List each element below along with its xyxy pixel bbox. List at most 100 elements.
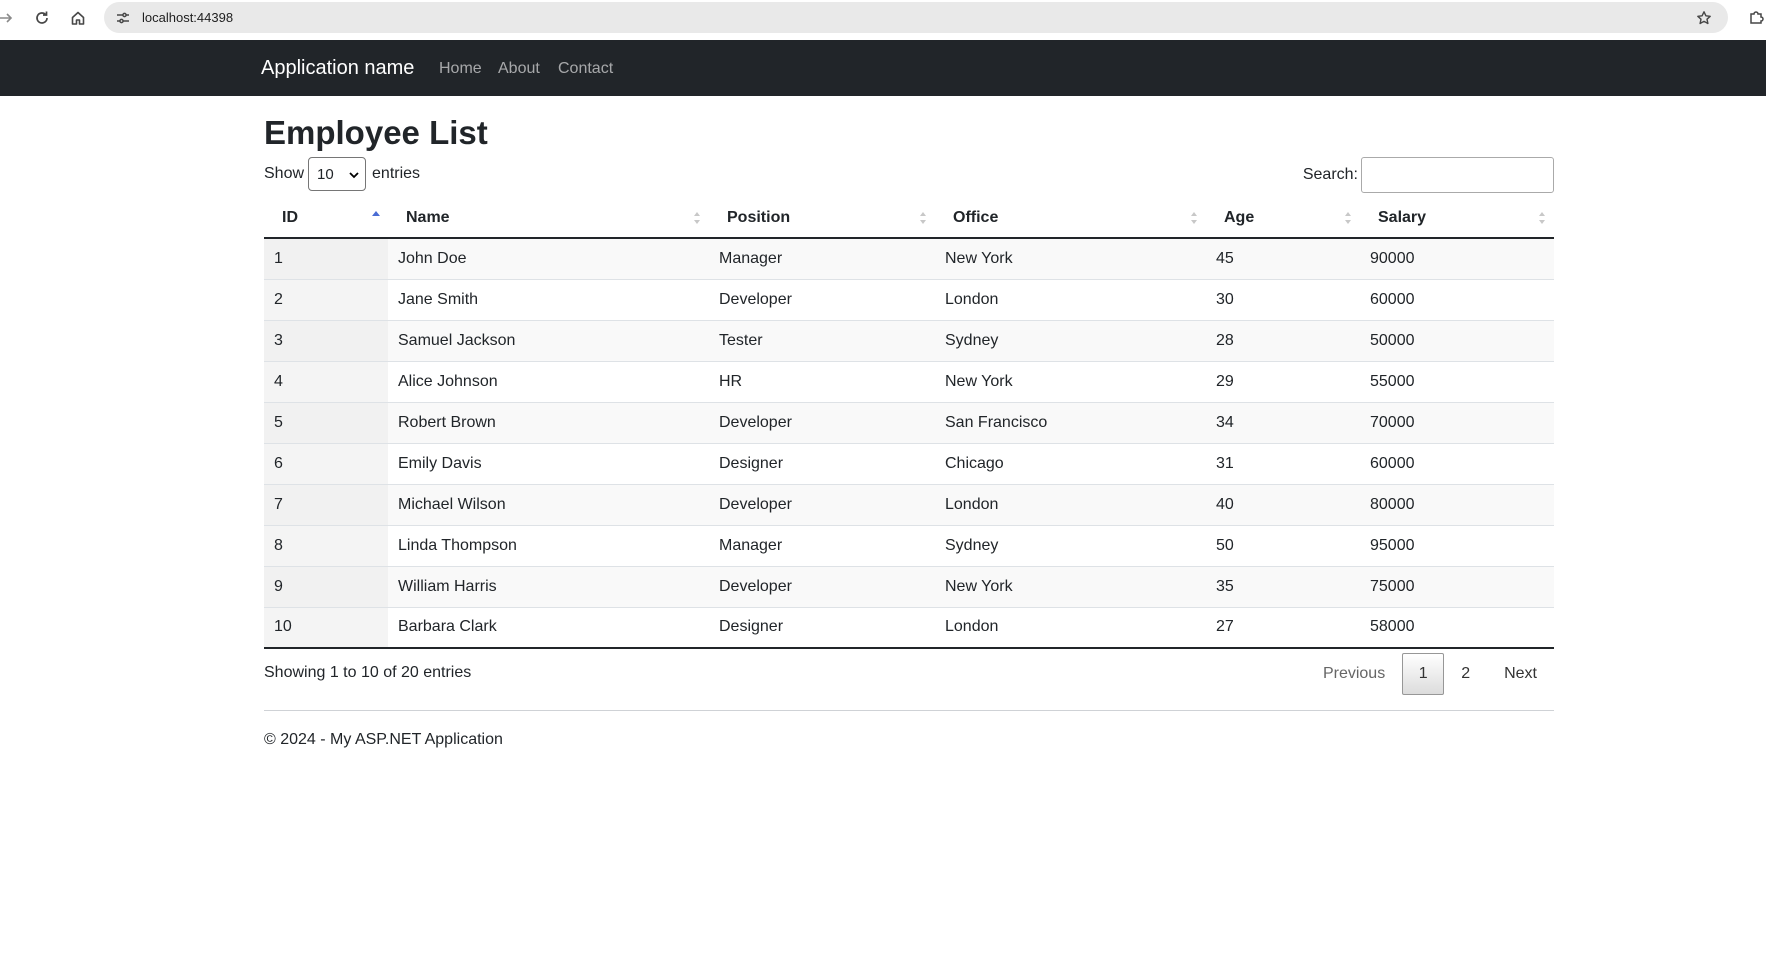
- next-page-button[interactable]: Next: [1487, 653, 1554, 695]
- cell-salary: 80000: [1360, 483, 1554, 525]
- cell-office: New York: [935, 565, 1206, 607]
- cell-id: 9: [264, 565, 388, 607]
- column-header-age[interactable]: Age: [1206, 198, 1360, 239]
- column-header-label: Age: [1224, 208, 1255, 226]
- cell-salary: 75000: [1360, 565, 1554, 607]
- cell-name: Robert Brown: [388, 401, 709, 443]
- cell-id: 6: [264, 442, 388, 484]
- chevron-down-icon: [349, 166, 359, 183]
- cell-age: 50: [1206, 524, 1360, 566]
- column-header-label: Name: [406, 208, 450, 226]
- star-icon[interactable]: [1694, 8, 1714, 28]
- column-header-label: Salary: [1378, 208, 1427, 226]
- table-row: 7 Michael Wilson Developer London 40 800…: [264, 483, 1554, 525]
- cell-position: Developer: [709, 483, 935, 525]
- cell-id: 7: [264, 483, 388, 525]
- entries-label: entries: [372, 165, 421, 182]
- show-label: Show: [264, 165, 305, 182]
- cell-position: Manager: [709, 524, 935, 566]
- cell-name: Samuel Jackson: [388, 319, 709, 361]
- table-row: 5 Robert Brown Developer San Francisco 3…: [264, 401, 1554, 443]
- table-row: 4 Alice Johnson HR New York 29 55000: [264, 360, 1554, 402]
- cell-name: Barbara Clark: [388, 606, 709, 649]
- sort-ascending-icon: [372, 211, 380, 216]
- column-header-label: ID: [282, 208, 298, 226]
- cell-office: London: [935, 278, 1206, 320]
- cell-salary: 95000: [1360, 524, 1554, 566]
- cell-name: John Doe: [388, 238, 709, 279]
- column-header-salary[interactable]: Salary: [1360, 198, 1554, 239]
- previous-page-button[interactable]: Previous: [1306, 653, 1402, 695]
- cell-position: Designer: [709, 442, 935, 484]
- column-header-label: Office: [953, 208, 999, 226]
- nav-link-home[interactable]: Home: [439, 60, 482, 78]
- cell-age: 31: [1206, 442, 1360, 484]
- cell-position: HR: [709, 360, 935, 402]
- home-icon[interactable]: [66, 6, 90, 30]
- column-header-position[interactable]: Position: [709, 198, 935, 239]
- tune-icon[interactable]: [114, 9, 132, 27]
- cell-office: London: [935, 483, 1206, 525]
- sort-both-icon: [694, 212, 700, 224]
- cell-id: 4: [264, 360, 388, 402]
- puzzle-icon[interactable]: [1746, 7, 1766, 27]
- cell-name: Michael Wilson: [388, 483, 709, 525]
- table-info: Showing 1 to 10 of 20 entries: [264, 664, 472, 681]
- column-header-name[interactable]: Name: [388, 198, 709, 239]
- column-header-id[interactable]: ID: [264, 198, 388, 239]
- cell-position: Developer: [709, 278, 935, 320]
- cell-position: Developer: [709, 565, 935, 607]
- cell-salary: 90000: [1360, 238, 1554, 279]
- entries-length-control: Show 10 entries: [264, 157, 420, 191]
- search-label: Search:: [1302, 166, 1358, 183]
- cell-salary: 58000: [1360, 606, 1554, 649]
- table-row: 8 Linda Thompson Manager Sydney 50 95000: [264, 524, 1554, 566]
- cell-office: San Francisco: [935, 401, 1206, 443]
- entries-select[interactable]: 10: [308, 157, 367, 191]
- reload-icon[interactable]: [30, 6, 54, 30]
- cell-office: London: [935, 606, 1206, 649]
- nav-link-contact[interactable]: Contact: [558, 60, 613, 78]
- cell-office: New York: [935, 238, 1206, 279]
- page-button-2[interactable]: 2: [1444, 653, 1487, 695]
- cell-name: William Harris: [388, 565, 709, 607]
- brand-link[interactable]: Application name: [261, 57, 414, 80]
- sort-both-icon: [1539, 212, 1545, 224]
- forward-arrow-icon[interactable]: [0, 6, 18, 30]
- table-row: 3 Samuel Jackson Tester Sydney 28 50000: [264, 319, 1554, 361]
- cell-age: 28: [1206, 319, 1360, 361]
- nav-link-about[interactable]: About: [498, 60, 540, 78]
- cell-name: Linda Thompson: [388, 524, 709, 566]
- search-input[interactable]: [1361, 157, 1554, 193]
- sort-both-icon: [1191, 212, 1197, 224]
- cell-id: 5: [264, 401, 388, 443]
- cell-name: Jane Smith: [388, 278, 709, 320]
- column-header-office[interactable]: Office: [935, 198, 1206, 239]
- column-header-label: Position: [727, 208, 791, 226]
- cell-salary: 60000: [1360, 278, 1554, 320]
- entries-select-value: 10: [317, 165, 334, 183]
- table-row: 10 Barbara Clark Designer London 27 5800…: [264, 606, 1554, 649]
- cell-salary: 60000: [1360, 442, 1554, 484]
- search-control: Search:: [1303, 157, 1554, 193]
- cell-position: Tester: [709, 319, 935, 361]
- cell-age: 45: [1206, 238, 1360, 279]
- cell-age: 29: [1206, 360, 1360, 402]
- cell-office: New York: [935, 360, 1206, 402]
- cell-age: 30: [1206, 278, 1360, 320]
- cell-age: 40: [1206, 483, 1360, 525]
- copyright-text: © 2024 - My ASP.NET Application: [264, 731, 503, 748]
- page-title: Employee List: [264, 114, 488, 151]
- sort-both-icon: [920, 212, 926, 224]
- cell-salary: 70000: [1360, 401, 1554, 443]
- browser-toolbar: localhost:44398: [0, 0, 1766, 36]
- cell-id: 1: [264, 238, 388, 279]
- address-bar[interactable]: localhost:44398: [104, 2, 1728, 33]
- cell-name: Emily Davis: [388, 442, 709, 484]
- cell-office: Sydney: [935, 524, 1206, 566]
- url-text[interactable]: localhost:44398: [142, 10, 233, 25]
- cell-age: 34: [1206, 401, 1360, 443]
- cell-age: 35: [1206, 565, 1360, 607]
- app-navbar: Application name Home About Contact: [0, 40, 1766, 96]
- page-button-1[interactable]: 1: [1402, 653, 1445, 695]
